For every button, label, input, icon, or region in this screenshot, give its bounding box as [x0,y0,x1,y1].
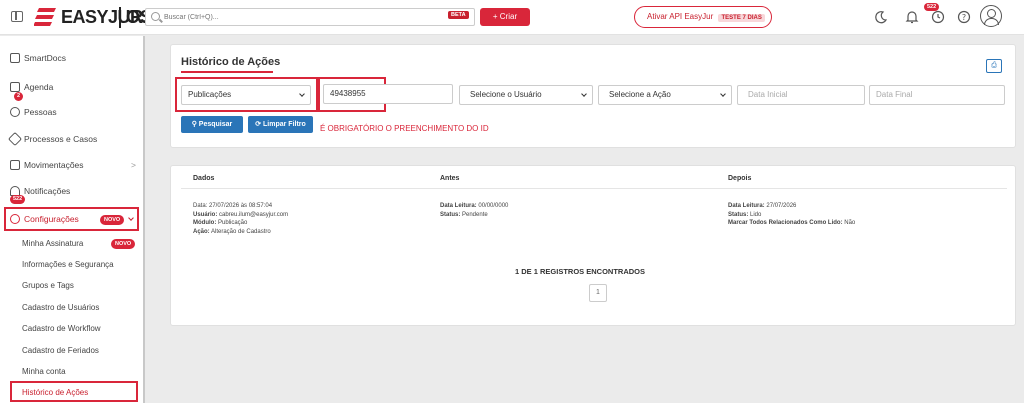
cell-line: Status: Pendente [440,211,488,218]
submenu-historico-acoes[interactable]: Histórico de Ações [22,386,88,400]
title-underline [181,71,273,73]
cell-depois: Data Leitura: 27/07/2026 Status: Lido Ma… [728,202,855,228]
cell-line: Ação: Alteração de Cadastro [193,228,271,235]
chevron-down-icon [720,91,726,97]
pagination-page-button[interactable]: 1 [589,284,607,302]
submenu-cadastro-feriados[interactable]: Cadastro de Feriados [22,344,99,358]
submenu-informacoes-seguranca[interactable]: Informações e Segurança [22,258,114,272]
agenda-badge: 2 [14,92,24,101]
cell-line: Módulo: Publicação [193,220,248,226]
activate-api-button[interactable]: Ativar API EasyJur TESTE 7 DIAS [634,6,772,28]
menu-toggle-icon[interactable] [11,11,23,22]
filter-card: Histórico de Ações ⎙ Publicações 4943895… [170,44,1016,148]
column-header-antes: Antes [440,175,460,182]
sidebar-item-label: Processos e Casos [24,134,98,144]
divider [181,188,1007,189]
dark-mode-icon[interactable] [874,10,888,24]
user-avatar[interactable] [980,5,1002,27]
cell-line: Marcar Todos Relacionados Como Lido: Não [728,220,856,226]
cell-dados: Data: 27/07/2026 às 08:57:04 Usuário: ca… [193,202,288,236]
cell-line: Data: 27/07/2026 às 08:57:04 [193,203,273,209]
chevron-down-icon [299,91,305,97]
global-search[interactable] [145,8,475,26]
cell-line: Data Leitura: 27/07/2026 [728,203,797,209]
easyjur-logo-icon [34,8,56,26]
id-input[interactable]: 49438955 [323,84,453,104]
sidebar-item-movimentacoes[interactable]: Movimentações > [8,155,140,175]
sidebar-item-notificacoes[interactable]: Notificações [8,181,140,201]
help-icon[interactable]: ? [957,10,971,24]
sidebar-item-label: Configurações [24,214,79,224]
submenu-cadastro-usuarios[interactable]: Cadastro de Usuários [22,301,99,315]
new-badge: NOVO [111,239,136,249]
action-select-value: Selecione a Ação [609,90,671,99]
user-select[interactable]: Selecione o Usuário [459,85,593,105]
new-badge: NOVO [100,215,125,225]
page-title: Histórico de Ações [181,56,281,68]
submenu-grupos-tags[interactable]: Grupos e Tags [22,279,74,293]
sidebar: SmartDocs Agenda 2 Pessoas Processos e C… [0,36,145,403]
module-select[interactable]: Publicações [181,85,311,105]
gavel-icon [7,131,23,147]
sidebar-item-label: Pessoas [24,107,57,117]
column-header-depois: Depois [728,175,752,182]
trial-badge: TESTE 7 DIAS [718,14,765,22]
sidebar-item-label: Movimentações [24,160,84,170]
search-input[interactable] [164,10,424,24]
sidebar-item-label: Notificações [24,186,71,196]
sidebar-item-label: SmartDocs [24,53,67,63]
action-select[interactable]: Selecione a Ação [598,85,732,105]
search-button-label: Pesquisar [198,121,233,128]
refresh-icon: ⟳ [255,121,264,128]
chevron-right-icon: > [131,160,136,170]
search-button[interactable]: ⚲ Pesquisar [181,116,243,133]
records-found-label: 1 DE 1 REGISTROS ENCONTRADOS [515,267,646,276]
people-icon [10,107,20,117]
svg-text:?: ? [962,13,966,22]
column-header-dados: Dados [193,175,215,182]
start-date-input[interactable]: Data Inicial [737,85,865,105]
id-required-warning: É OBRIGATÓRIO O PREENCHIMENTO DO ID [320,124,489,133]
cell-line: Data Leitura: 00/00/0000 [440,203,509,209]
top-bar: EASYJUR. OS BETA + Criar Ativar API Easy… [0,0,1024,35]
notifications-badge: 522 [10,195,26,204]
results-card: Dados Antes Depois Data: 27/07/2026 às 0… [170,165,1016,326]
bell-icon[interactable] [905,10,919,24]
start-date-placeholder: Data Inicial [748,90,788,99]
end-date-placeholder: Data Final [876,90,913,99]
end-date-input[interactable]: Data Final [869,85,1005,105]
sidebar-item-smartdocs[interactable]: SmartDocs [8,48,140,68]
activate-api-label: Ativar API EasyJur [647,12,714,21]
id-input-value: 49438955 [330,89,366,98]
print-button[interactable]: ⎙ [986,59,1002,73]
sidebar-item-pessoas[interactable]: Pessoas [8,102,140,122]
document-icon [10,53,20,63]
search-icon [151,12,160,21]
submenu-minha-conta[interactable]: Minha conta [22,365,66,379]
clear-filter-label: Limpar Filtro [263,121,306,128]
cell-line: Usuário: cabreu.ilum@easyjur.com [193,211,289,218]
beta-badge: BETA [448,11,469,19]
submenu-cadastro-workflow[interactable]: Cadastro de Workflow [22,322,101,336]
chevron-down-icon [581,91,587,97]
module-select-value: Publicações [188,90,232,99]
calendar-icon [10,82,20,92]
cell-line: Status: Lido [728,211,762,218]
gear-icon [10,214,20,224]
submenu-minha-assinatura[interactable]: Minha Assinatura [22,237,83,251]
sidebar-clipped-item [8,30,138,36]
create-button[interactable]: + Criar [480,8,530,26]
sidebar-item-agenda[interactable]: Agenda [8,77,140,97]
cell-antes: Data Leitura: 00/00/0000 Status: Pendent… [440,202,508,219]
sidebar-item-label: Agenda [24,82,54,92]
search-icon: ⚲ [191,121,199,128]
movements-icon [10,160,20,170]
clock-icon[interactable] [931,10,945,24]
clear-filter-button[interactable]: ⟳ Limpar Filtro [248,116,313,133]
user-select-value: Selecione o Usuário [470,90,542,99]
sidebar-item-processos[interactable]: Processos e Casos [7,129,140,149]
